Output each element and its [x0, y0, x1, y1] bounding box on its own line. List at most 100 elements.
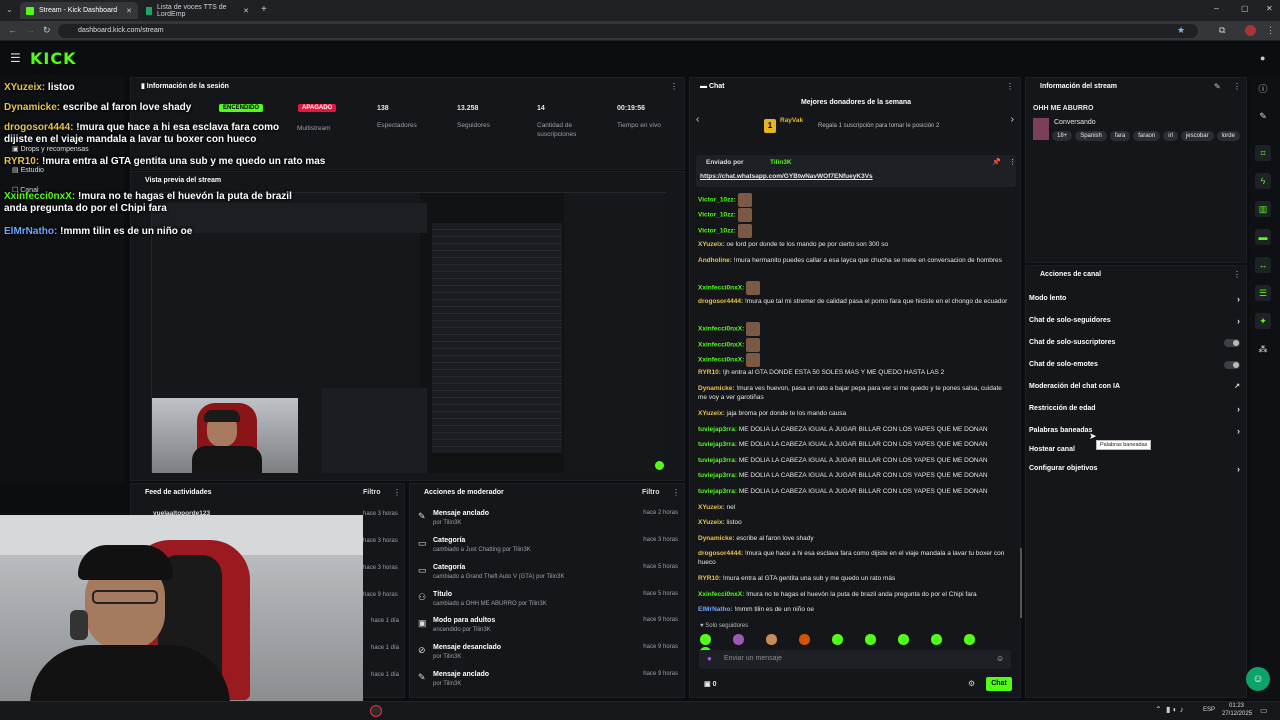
- session-menu-icon[interactable]: ⋮: [670, 82, 678, 91]
- mod-menu-icon[interactable]: ⋮: [672, 488, 680, 497]
- action-followers-only[interactable]: Chat de solo-seguidores ›: [1029, 313, 1244, 329]
- mod-action-row[interactable]: ✎ Mensaje anclado por Tilin3K hace 9 horas: [414, 671, 684, 697]
- tab-kick-dashboard[interactable]: Stream - Kick Dashboard ✕: [20, 2, 138, 19]
- window-maximize-icon[interactable]: ▢: [1241, 4, 1249, 13]
- reload-icon[interactable]: ↻: [43, 25, 51, 36]
- tab-tts-list[interactable]: Lista de voces TTS de LordEmp ✕: [140, 2, 255, 19]
- clock-time[interactable]: 01:23: [1229, 703, 1244, 709]
- support-chat-button[interactable]: ☺: [1246, 667, 1270, 691]
- hamburger-menu-icon[interactable]: ☰: [10, 51, 21, 65]
- emote-picker-row[interactable]: [700, 634, 1016, 658]
- activity-time: hace 3 horas: [363, 511, 398, 517]
- pin-icon: ✎: [418, 511, 426, 521]
- edit-icon[interactable]: ✎: [1214, 82, 1221, 91]
- action-slow-mode[interactable]: Modo lento ›: [1029, 291, 1244, 307]
- pinned-menu-icon[interactable]: ⋮: [1009, 158, 1016, 166]
- close-icon[interactable]: ✕: [126, 7, 132, 15]
- window-close-icon[interactable]: ✕: [1266, 4, 1273, 13]
- action-age-restriction[interactable]: Restricción de edad ›: [1029, 401, 1244, 417]
- stream-info-menu-icon[interactable]: ⋮: [1233, 82, 1241, 91]
- mouse-cursor-icon: ➤: [1089, 431, 1097, 441]
- arrows-icon[interactable]: ↔: [1255, 257, 1271, 273]
- channel-actions-title: Acciones de canal: [1040, 271, 1102, 278]
- emote-icon: [746, 281, 761, 295]
- tab-list-icon[interactable]: ⌄: [6, 5, 13, 14]
- channel-actions-menu-icon[interactable]: ⋮: [1233, 270, 1241, 279]
- preview-video[interactable]: [151, 192, 667, 473]
- tag-pill[interactable]: irl: [1163, 131, 1178, 141]
- crop-icon[interactable]: ⌗: [1255, 145, 1271, 161]
- obs-icon[interactable]: [370, 705, 382, 717]
- kick-logo[interactable]: KICK: [30, 49, 77, 68]
- tab-label: Stream - Kick Dashboard: [39, 7, 118, 14]
- extensions-icon[interactable]: ⧉: [1219, 25, 1225, 36]
- pinned-link[interactable]: https://chat.whatsapp.com/GYBtwNavWOf7EN…: [700, 173, 873, 180]
- followers-only-label: ♥ Solo seguidores: [700, 623, 749, 629]
- pin-icon[interactable]: 📌: [992, 158, 1001, 166]
- bookmark-star-icon[interactable]: ★: [1177, 25, 1185, 36]
- chevron-right-icon[interactable]: ›: [1011, 114, 1014, 125]
- chat-message: tuviejap3rra: ME DOLIA LA CABEZA IGUAL A…: [698, 457, 988, 464]
- back-icon[interactable]: ←: [8, 25, 17, 35]
- wrench-icon[interactable]: ✦: [1255, 313, 1271, 329]
- emoji-icon[interactable]: ☺: [996, 654, 1004, 663]
- close-icon[interactable]: ✕: [243, 7, 249, 15]
- action-subs-only[interactable]: Chat de solo-suscriptores: [1029, 335, 1244, 351]
- new-tab-icon[interactable]: +: [261, 4, 267, 15]
- mod-action-row[interactable]: ▭ Categoría cambiado a Just Chatting por T…: [414, 537, 684, 563]
- url-input[interactable]: dashboard.kick.com/stream: [58, 24, 1198, 38]
- mod-action-row[interactable]: ⊘ Mensaje desanclado por Tilin3K hace 9 hor…: [414, 644, 684, 670]
- subs-only-toggle[interactable]: [1224, 339, 1240, 347]
- emote-icon: [733, 634, 744, 645]
- tag-pill[interactable]: 18+: [1052, 131, 1073, 141]
- action-emotes-only[interactable]: Chat de solo-emotes: [1029, 357, 1244, 373]
- window-minimize-icon[interactable]: –: [1214, 3, 1219, 13]
- chevron-left-icon[interactable]: ‹: [696, 114, 699, 125]
- nodes-icon[interactable]: ⁂: [1255, 341, 1271, 357]
- tray-chevron-icon[interactable]: ⌃: [1155, 705, 1162, 714]
- profile-avatar[interactable]: [1245, 25, 1256, 36]
- forward-icon[interactable]: →: [26, 25, 35, 35]
- person-glasses: [92, 590, 158, 604]
- emote-icon: [746, 338, 761, 352]
- emote-icon: [766, 634, 777, 645]
- activity-filter-button[interactable]: Filtro: [363, 489, 381, 496]
- mod-filter-button[interactable]: Filtro: [642, 489, 660, 496]
- chat-scrollbar[interactable]: [1020, 548, 1022, 618]
- action-configure-goals[interactable]: Configurar objetivos ›: [1029, 461, 1244, 477]
- notification-icon[interactable]: ▭: [1260, 706, 1268, 715]
- chat-icon[interactable]: ▬: [1255, 229, 1271, 245]
- action-banned-words[interactable]: Palabras baneadas ›: [1029, 423, 1244, 439]
- pencil-icon[interactable]: ✎: [1255, 108, 1271, 124]
- mod-action-row[interactable]: ✎ Mensaje anclado por Tilin3K hace 2 horas: [414, 510, 684, 536]
- chat-send-button[interactable]: Chat: [986, 677, 1012, 691]
- bolt-icon[interactable]: ϟ: [1255, 173, 1271, 189]
- tag-pill[interactable]: jescobar: [1180, 131, 1214, 141]
- help-icon[interactable]: ●: [1260, 53, 1265, 63]
- menu-kebab-icon[interactable]: ⋮: [1266, 25, 1275, 36]
- mod-action-row[interactable]: ⚇ Título cambiado a OHH ME ABURRO por Tili…: [414, 591, 684, 617]
- action-ai-moderation[interactable]: Moderación del chat con IA ↗: [1029, 379, 1244, 395]
- emotes-only-toggle[interactable]: [1224, 361, 1240, 369]
- tag-pill[interactable]: lorde: [1216, 131, 1240, 141]
- followers-label: Seguidores: [457, 122, 490, 129]
- chat-menu-icon[interactable]: ⋮: [1006, 82, 1014, 91]
- language-indicator[interactable]: ESP: [1203, 707, 1215, 713]
- emote-icon: [700, 634, 711, 645]
- mod-action-row[interactable]: ▣ Modo para adultos encendido por Tilin3K h…: [414, 617, 684, 643]
- chat-settings-icon[interactable]: ⚙: [968, 679, 975, 688]
- info-icon[interactable]: ⓘ: [1255, 81, 1271, 97]
- sidebar-item-drops[interactable]: ▣ Drops y recompensas: [12, 145, 89, 153]
- list-icon[interactable]: ☰: [1255, 285, 1271, 301]
- tag-pill[interactable]: fara: [1109, 131, 1131, 141]
- tag-pill[interactable]: Spanish: [1075, 131, 1107, 141]
- mod-action-row[interactable]: ▭ Categoría cambiado a Grand Theft Auto V …: [414, 564, 684, 590]
- tag-pill[interactable]: faraon: [1133, 131, 1161, 141]
- unpin-icon: ⊘: [418, 645, 426, 655]
- activity-menu-icon[interactable]: ⋮: [393, 488, 401, 497]
- chat-input[interactable]: ● Enviar un mensaje ☺: [699, 650, 1011, 669]
- card-icon[interactable]: ▥: [1255, 201, 1271, 217]
- pinned-message[interactable]: Enviado por Tilin3K https://chat.whatsap…: [696, 155, 1016, 187]
- clock-date[interactable]: 27/12/2025: [1222, 711, 1252, 717]
- kick-favicon-icon: [26, 6, 34, 15]
